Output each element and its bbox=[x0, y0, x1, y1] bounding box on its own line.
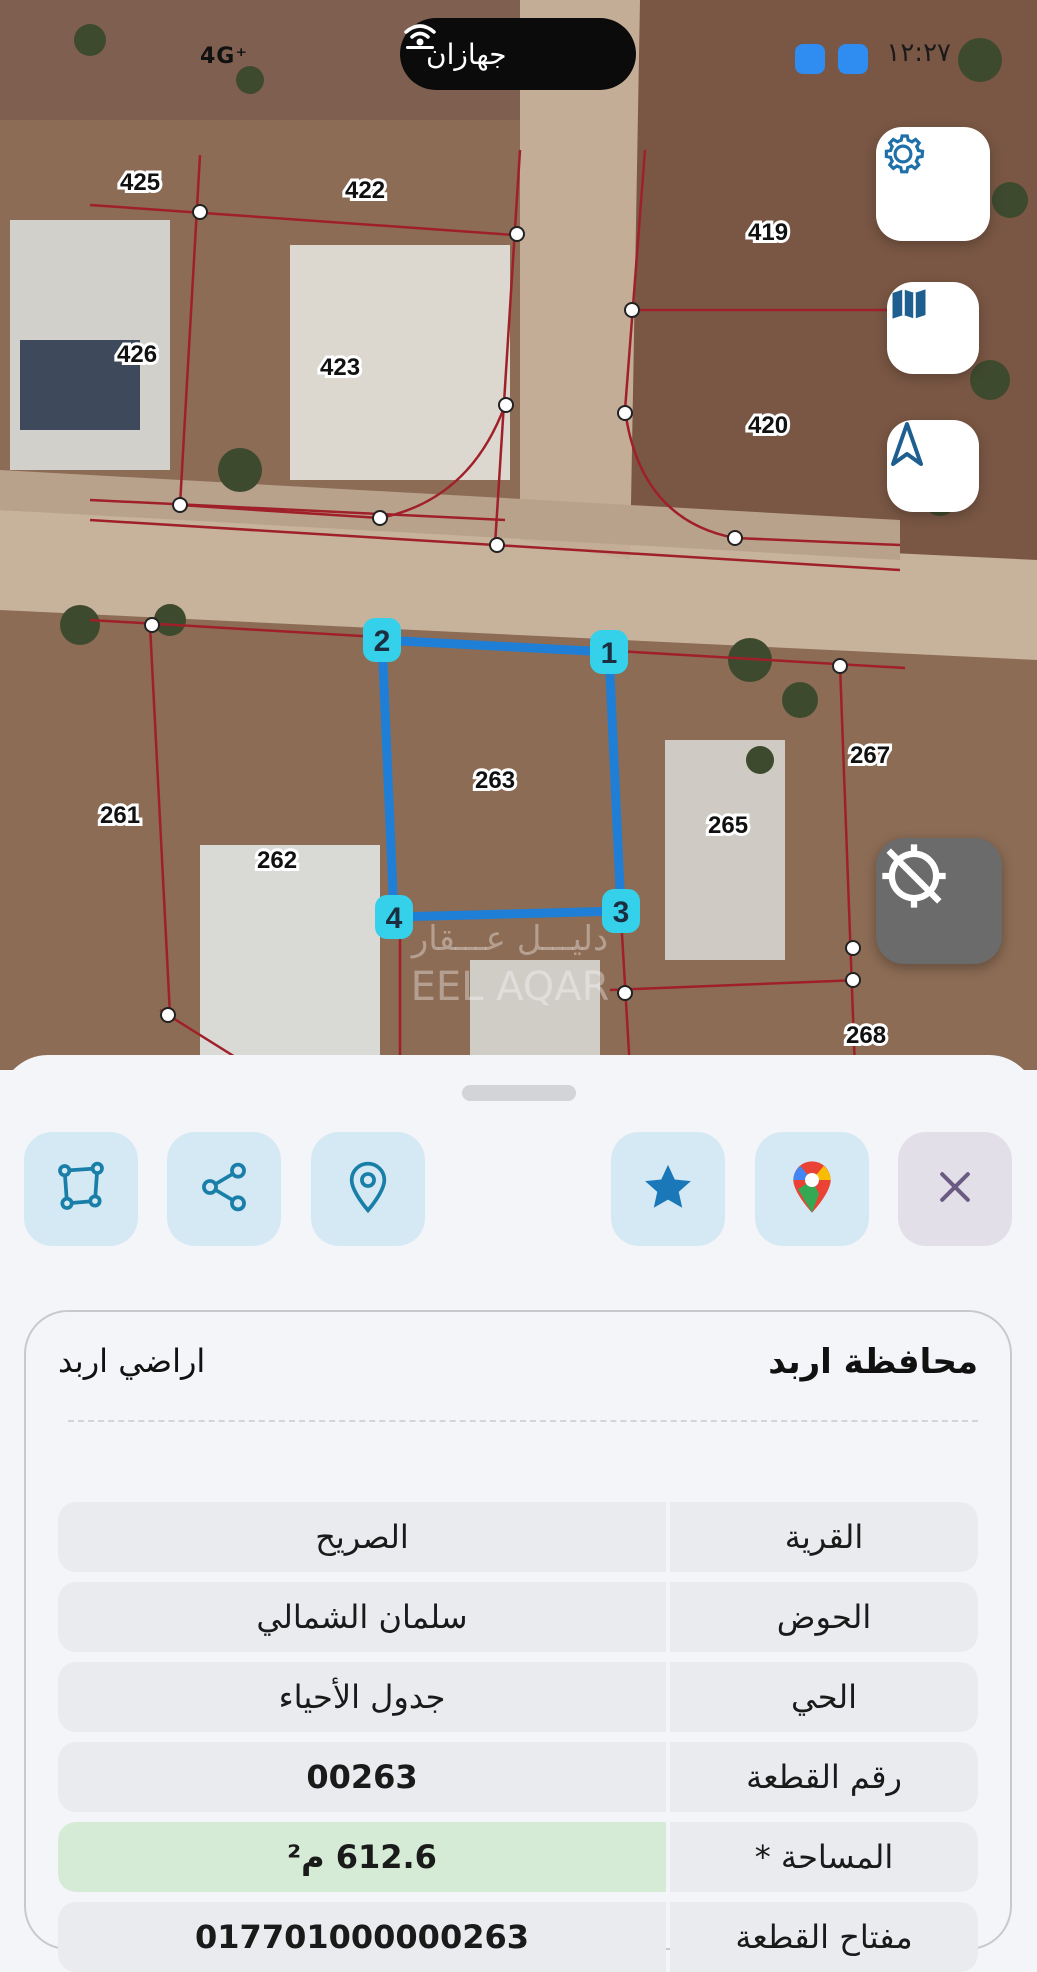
directorate-title: اراضي اربد bbox=[58, 1342, 206, 1380]
parcel-label: 422 bbox=[345, 177, 385, 204]
vertex-label: 1 bbox=[601, 637, 618, 670]
vertex-marker[interactable]: 1 bbox=[590, 630, 628, 674]
share-button[interactable] bbox=[167, 1132, 281, 1246]
polygon-icon bbox=[53, 1159, 109, 1219]
close-icon bbox=[933, 1165, 977, 1213]
detail-value[interactable]: 00263 bbox=[58, 1742, 666, 1812]
map-layers-button[interactable] bbox=[887, 282, 979, 374]
governorate-title: محافظة اربد bbox=[768, 1342, 978, 1382]
parcel-label: 420 bbox=[748, 412, 788, 439]
location-pin-icon bbox=[340, 1159, 396, 1219]
vertex-marker[interactable]: 2 bbox=[363, 618, 401, 662]
android-notification-icon bbox=[838, 44, 868, 74]
detail-value[interactable]: الصريح bbox=[58, 1502, 666, 1572]
detail-row-district: جدول الأحياء الحي bbox=[58, 1662, 978, 1732]
detail-row-parcel-number: 00263 رقم القطعة bbox=[58, 1742, 978, 1812]
parcel-label: 268 bbox=[846, 1022, 886, 1049]
detail-row-area: 612.6 م² المساحة * bbox=[58, 1822, 978, 1892]
vertex-label: 3 bbox=[613, 896, 630, 929]
watermark-arabic: دليـــل عـــقار bbox=[410, 919, 608, 959]
signal-indicator: 4G⁺ bbox=[200, 44, 248, 69]
detail-value[interactable]: سلمان الشمالي bbox=[58, 1582, 666, 1652]
dynamic-island[interactable]: جهازان bbox=[400, 18, 636, 90]
parcel-label: 262 bbox=[257, 847, 297, 874]
parcel-info-sheet: محافظة اربد اراضي اربد الصريح القرية سلم… bbox=[0, 1055, 1037, 1972]
google-maps-button[interactable] bbox=[755, 1132, 869, 1246]
detail-row-village: الصريح القرية bbox=[58, 1502, 978, 1572]
parcel-label: 263 bbox=[475, 767, 515, 794]
detail-row-parcel-key: 017701000000263 مفتاح القطعة bbox=[58, 1902, 978, 1972]
detail-value[interactable]: 017701000000263 bbox=[58, 1902, 666, 1972]
detail-label: الحي bbox=[670, 1662, 978, 1732]
detail-label: رقم القطعة bbox=[670, 1742, 978, 1812]
parcel-label: 423 bbox=[320, 354, 360, 381]
status-bar: 4G⁺ جهازان ١٢:٢٧ bbox=[0, 0, 1037, 110]
map-view[interactable]: 425 422 419 426 423 420 263 267 261 262 … bbox=[0, 0, 1037, 1070]
parcel-label: 419 bbox=[748, 219, 788, 246]
favorite-button[interactable] bbox=[611, 1132, 725, 1246]
polygon-button[interactable] bbox=[24, 1132, 138, 1246]
parcel-label: 425 bbox=[120, 169, 160, 196]
watermark-latin: EEL AQAR bbox=[411, 964, 610, 1010]
google-maps-icon bbox=[787, 1159, 837, 1219]
detail-row-basin: سلمان الشمالي الحوض bbox=[58, 1582, 978, 1652]
location-button[interactable] bbox=[311, 1132, 425, 1246]
vertex-marker[interactable]: 4 bbox=[375, 895, 413, 939]
status-time: ١٢:٢٧ bbox=[886, 38, 951, 68]
detail-label: الحوض bbox=[670, 1582, 978, 1652]
parcel-label: 261 bbox=[100, 802, 140, 829]
close-button[interactable] bbox=[898, 1132, 1012, 1246]
parcel-details-card: محافظة اربد اراضي اربد الصريح القرية سلم… bbox=[24, 1310, 1012, 1972]
share-icon bbox=[196, 1159, 252, 1219]
parcel-label: 265 bbox=[708, 812, 748, 839]
vertex-label: 2 bbox=[374, 625, 391, 658]
gps-toggle-button[interactable] bbox=[876, 838, 1002, 964]
parcel-label: 267 bbox=[850, 742, 890, 769]
parcel-label: 426 bbox=[117, 341, 157, 368]
detail-label: المساحة * bbox=[670, 1822, 978, 1892]
detail-label: مفتاح القطعة bbox=[670, 1902, 978, 1972]
android-notification-icon bbox=[795, 44, 825, 74]
divider bbox=[68, 1420, 978, 1422]
star-icon bbox=[640, 1159, 696, 1219]
detail-value[interactable]: جدول الأحياء bbox=[58, 1662, 666, 1732]
sheet-drag-handle[interactable] bbox=[462, 1085, 576, 1101]
vertex-label: 4 bbox=[386, 902, 403, 935]
detail-label: القرية bbox=[670, 1502, 978, 1572]
area-value[interactable]: 612.6 م² bbox=[58, 1822, 666, 1892]
settings-button[interactable] bbox=[876, 127, 990, 241]
north-orientation-button[interactable] bbox=[887, 420, 979, 512]
